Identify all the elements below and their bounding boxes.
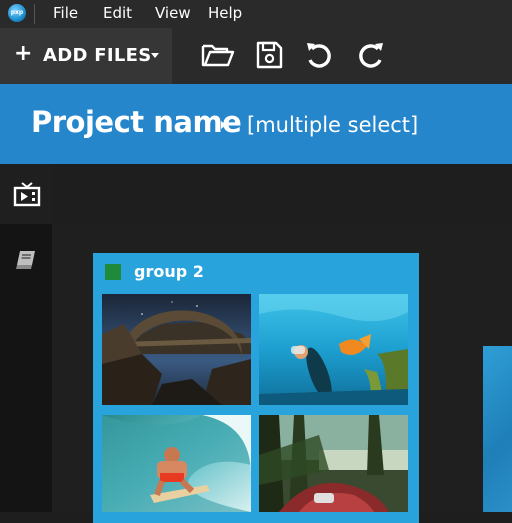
thumbnail-underwater[interactable] [259, 294, 408, 405]
app-logo-text: pxp [10, 9, 24, 16]
redo-icon[interactable] [355, 39, 389, 71]
thumbnail-hammock[interactable] [259, 415, 408, 512]
project-title[interactable]: Project name [31, 102, 242, 142]
menu-edit[interactable]: Edit [103, 3, 132, 23]
group-name[interactable]: group 2 [134, 261, 204, 283]
thumbnail-surfer[interactable] [102, 415, 251, 512]
breadcrumb-arrow-icon [221, 121, 226, 129]
folder-open-icon[interactable] [201, 39, 235, 71]
plus-icon: + [14, 41, 33, 66]
add-files-label: ADD FILES [43, 45, 152, 66]
menu-divider [34, 4, 35, 24]
thumbnail-bridge[interactable] [102, 294, 251, 405]
group-color-swatch[interactable] [105, 264, 121, 280]
save-icon[interactable] [254, 39, 288, 71]
library-icon[interactable] [14, 248, 38, 272]
breadcrumb-selection: [multiple select] [247, 113, 419, 137]
menu-file[interactable]: File [53, 3, 78, 23]
chevron-down-icon[interactable] [151, 53, 159, 58]
group-card-partial[interactable] [483, 346, 512, 512]
menu-view[interactable]: View [155, 3, 191, 23]
menu-help[interactable]: Help [208, 3, 242, 23]
add-files-button[interactable]: + ADD FILES [0, 28, 172, 84]
media-icon[interactable] [13, 180, 41, 208]
app-logo-icon: pxp [8, 4, 26, 22]
undo-icon[interactable] [303, 39, 337, 71]
